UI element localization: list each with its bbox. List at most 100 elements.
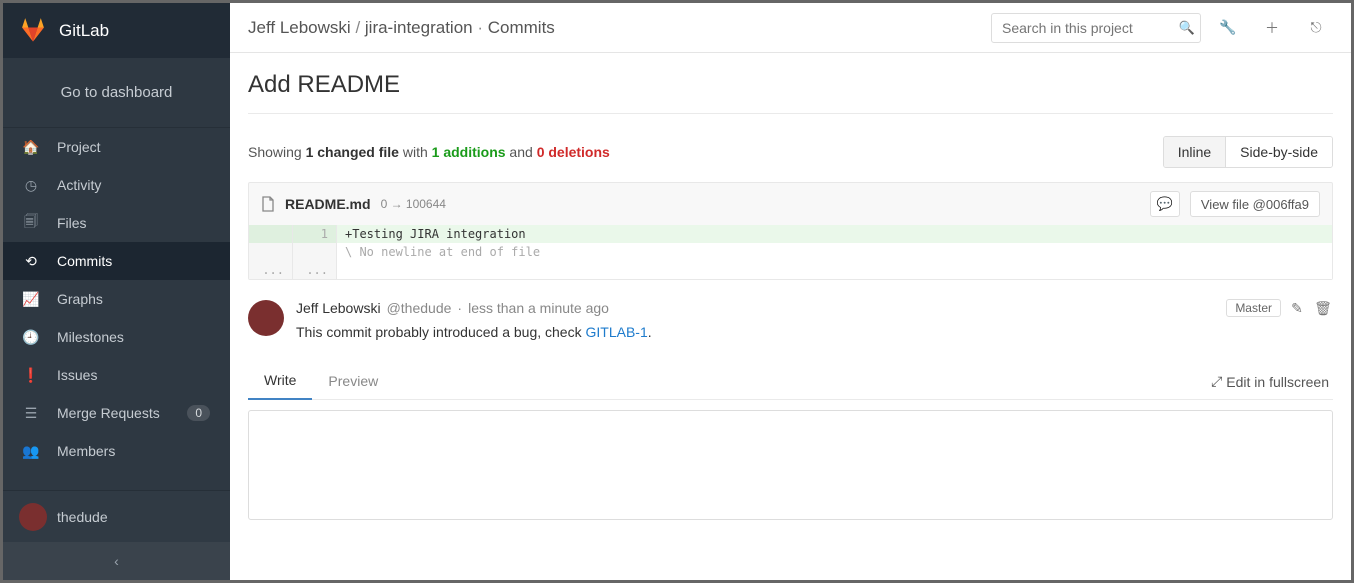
comment-handle[interactable]: @thedude [387,300,452,316]
search-wrap: 🔍 [991,13,1201,43]
dashboard-icon: ◷ [23,177,39,193]
diff-summary-text: with [399,144,432,160]
edit-comment-button[interactable]: ✎ [1287,298,1307,318]
sidebar-item-activity[interactable]: ◷Activity [3,166,230,204]
app-name: GitLab [59,21,109,41]
diff-line-added: 1 +Testing JIRA integration [249,225,1332,243]
sidebar-item-issues[interactable]: ❗ Issues [3,356,230,394]
sidebar-item-milestones[interactable]: 🕘 Milestones [3,318,230,356]
comment-header: Jeff Lebowski @thedude · less than a min… [296,298,1333,318]
comment-author[interactable]: Jeff Lebowski [296,300,381,316]
sidebar-item-project[interactable]: 🏠 Project [3,128,230,166]
sidebar-item-label: Files [57,215,210,231]
diff-file-name[interactable]: README.md [285,196,371,212]
delete-comment-button[interactable]: 🗑 [1313,298,1333,318]
sidebar-item-label: Project [57,139,210,155]
breadcrumb-section: Commits [488,18,555,37]
home-icon: 🏠 [23,139,39,155]
diff-summary-text: and [506,144,537,160]
chevron-left-icon: ‹ [114,553,119,569]
sidebar-item-label: Milestones [57,329,210,345]
comment-textarea[interactable] [248,410,1333,520]
breadcrumb-sep: · [477,18,487,37]
clock-icon: 🕘 [23,329,39,345]
tab-write[interactable]: Write [248,364,312,400]
line-number-old: ... [249,261,293,279]
page-title: Add README [248,71,1333,114]
comment-avatar-icon [248,300,284,336]
sidebar-item-graphs[interactable]: 📈 Graphs [3,280,230,318]
sidebar-item-members[interactable]: 👥 Members [3,432,230,470]
alert-icon: ❗ [23,367,39,383]
search-input[interactable] [991,13,1201,43]
group-icon: 👥 [23,443,39,459]
toggle-comments-button[interactable]: 💬 [1150,191,1180,217]
sidebar-item-label: Members [57,443,210,459]
view-inline-button[interactable]: Inline [1164,137,1225,167]
content: Add README Showing 1 changed file with 1… [230,53,1351,541]
role-badge[interactable]: Master [1226,299,1281,317]
sidebar-nav: 🏠 Project ◷Activity 🗐 Files ⟲Commits 📈 Grap… [3,128,230,490]
diff-view-toggle: Inline Side-by-side [1163,136,1333,168]
topbar: Jeff Lebowski / jira-integration · Commi… [230,3,1351,53]
comment-text: This commit probably introduced a bug, c… [296,324,1333,340]
sign-out-icon[interactable]: ⎋ [1299,13,1333,43]
comment-body: Jeff Lebowski @thedude · less than a min… [296,298,1333,340]
breadcrumb-owner[interactable]: Jeff Lebowski [248,18,351,37]
sidebar-item-files[interactable]: 🗐 Files [3,204,230,242]
comment-text-prefix: This commit probably introduced a bug, c… [296,324,585,340]
comment-timestamp: less than a minute ago [468,300,609,316]
gitlab-logo-icon [19,15,47,46]
main-panel: Jeff Lebowski / jira-integration · Commi… [230,3,1351,580]
diff-file-mode: 0 → 100644 [381,197,446,211]
diff-line-meta: \ No newline at end of file [249,243,1332,261]
merge-icon: ☰ [23,405,39,421]
sidebar-item-label: Issues [57,367,210,383]
diff-additions: 1 additions [432,144,506,160]
sidebar-user[interactable]: thedude [3,490,230,542]
sidebar-item-label: Graphs [57,291,210,307]
diff-changed-files: 1 changed file [306,144,399,160]
view-side-by-side-button[interactable]: Side-by-side [1225,137,1332,167]
sidebar-collapse-button[interactable]: ‹ [3,542,230,580]
diff-file-header: README.md 0 → 100644 💬 View file @006ffa… [249,183,1332,225]
sidebar-item-label: Commits [57,253,210,269]
editor-tabs: Write Preview ⤢Edit in fullscreen [248,364,1333,400]
sidebar-header: GitLab [3,3,230,58]
breadcrumb-sep: / [355,18,364,37]
jira-issue-link[interactable]: GITLAB-1 [585,324,647,340]
new-plus-icon[interactable]: ＋ [1255,13,1289,43]
expand-icon: ⤢ [1211,373,1222,390]
diff-deletions: 0 deletions [537,144,610,160]
search-icon[interactable]: 🔍 [1179,20,1195,36]
files-icon: 🗐 [23,215,39,231]
go-to-dashboard-link[interactable]: Go to dashboard [3,58,230,128]
breadcrumb-project[interactable]: jira-integration [365,18,473,37]
comment-icon: 💬 [1157,196,1173,212]
diff-line-code: +Testing JIRA integration [337,225,1332,243]
file-icon [261,196,275,212]
diff-body: 1 +Testing JIRA integration \ No newline… [249,225,1332,279]
graph-icon: 📈 [23,291,39,307]
line-number-old [249,225,293,243]
user-avatar-icon [19,503,47,531]
diff-summary: Showing 1 changed file with 1 additions … [248,144,610,160]
tab-preview[interactable]: Preview [312,365,394,399]
pencil-icon: ✎ [1291,300,1303,317]
line-number-new: 1 [293,225,337,243]
comment-note: Jeff Lebowski @thedude · less than a min… [248,298,1333,340]
view-file-button[interactable]: View file @006ffa9 [1190,191,1320,217]
diff-summary-text: Showing [248,144,306,160]
comment-editor: Write Preview ⤢Edit in fullscreen [248,364,1333,523]
sidebar-username: thedude [57,509,108,525]
sidebar-item-merge-requests[interactable]: ☰ Merge Requests 0 [3,394,230,432]
diff-line-hunk: ... ... [249,261,1332,279]
sidebar-item-label: Merge Requests [57,405,169,421]
diff-file: README.md 0 → 100644 💬 View file @006ffa… [248,182,1333,280]
admin-wrench-icon[interactable]: 🔧 [1211,13,1245,43]
edit-fullscreen-button[interactable]: ⤢Edit in fullscreen [1211,373,1333,390]
mr-count-badge: 0 [187,405,210,421]
sidebar-item-commits[interactable]: ⟲Commits [3,242,230,280]
trash-icon: 🗑 [1314,300,1332,317]
line-number-new: ... [293,261,337,279]
